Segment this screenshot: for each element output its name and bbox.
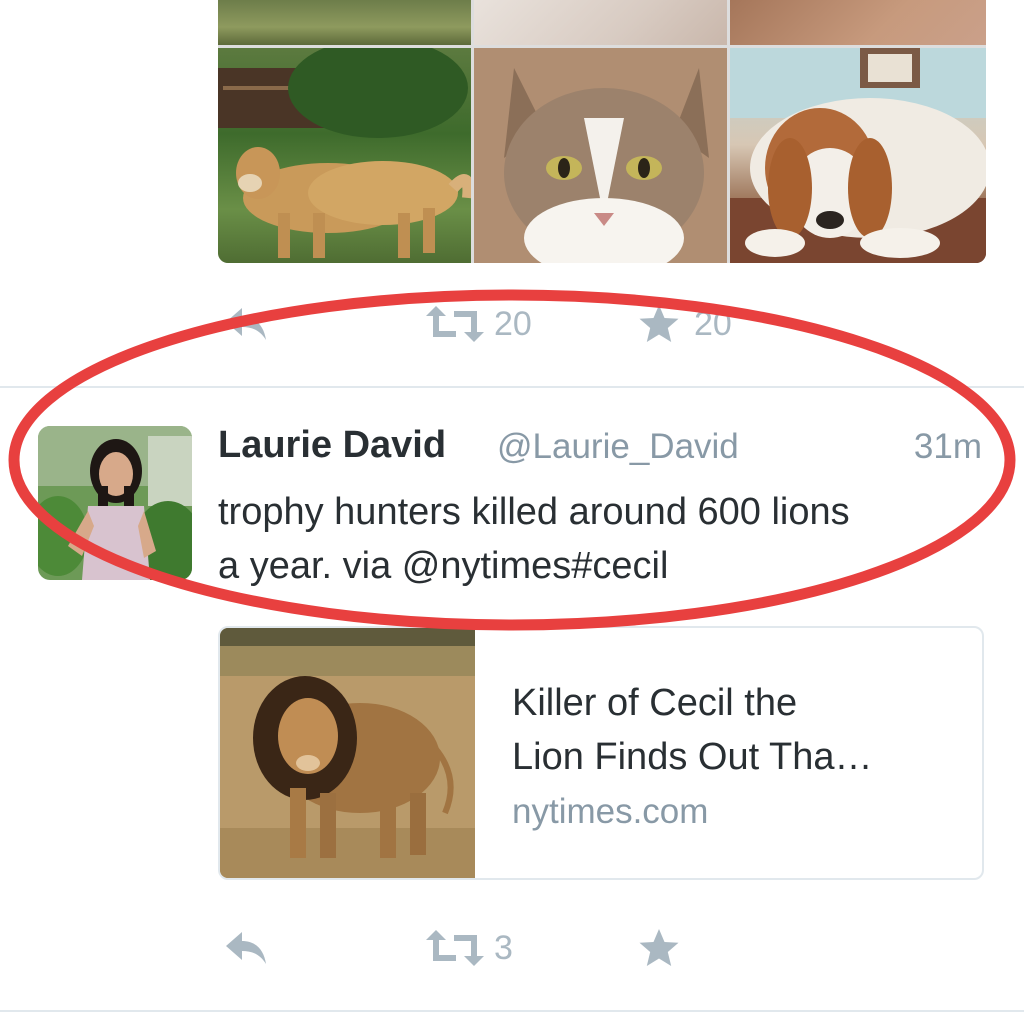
beagle-photo[interactable] [730, 48, 986, 263]
photo-grid [218, 0, 986, 263]
avatar[interactable] [38, 426, 192, 580]
retweet-count: 3 [494, 928, 513, 967]
card-domain: nytimes.com [512, 792, 709, 831]
card-title-line: Lion Finds Out Tha… [512, 736, 873, 778]
star-icon [639, 929, 679, 966]
retweet-count-top: 20 [494, 304, 532, 343]
tweet-timestamp[interactable]: 31m [914, 427, 982, 467]
favorite-button-top[interactable]: 20 [638, 304, 732, 344]
card-title[interactable]: Killer of Cecil the Lion Finds Out Tha… [512, 676, 972, 784]
link-card[interactable]: Killer of Cecil the Lion Finds Out Tha… … [218, 626, 984, 880]
golden-retriever-photo[interactable] [218, 48, 471, 263]
retweet-icon [426, 930, 484, 966]
star-icon [639, 305, 679, 342]
favorite-count-top: 20 [694, 304, 732, 343]
grass-photo[interactable] [218, 0, 471, 45]
wood-photo[interactable] [730, 0, 986, 45]
retweet-button[interactable]: 3 [424, 928, 513, 968]
tweet-divider [0, 1010, 1024, 1012]
reply-icon [226, 308, 266, 340]
tweet-divider [0, 386, 1024, 388]
author-name[interactable]: Laurie David [218, 424, 446, 467]
reply-button[interactable] [222, 928, 270, 968]
card-title-line: Killer of Cecil the [512, 682, 798, 724]
paw-photo[interactable] [474, 0, 727, 45]
reply-button-top[interactable] [222, 304, 270, 344]
tabby-cat-photo[interactable] [474, 48, 727, 263]
retweet-icon [426, 306, 484, 342]
tweet-text: trophy hunters killed around 600 lions a… [218, 485, 998, 593]
reply-icon [226, 932, 266, 964]
tweet-text-line: a year. via @nytimes#cecil [218, 545, 669, 587]
author-handle[interactable]: @Laurie_David [497, 427, 739, 467]
tweet-text-line: trophy hunters killed around 600 lions [218, 491, 850, 533]
retweet-button-top[interactable]: 20 [424, 304, 532, 344]
favorite-button[interactable] [638, 928, 680, 968]
lion-photo [220, 628, 475, 878]
